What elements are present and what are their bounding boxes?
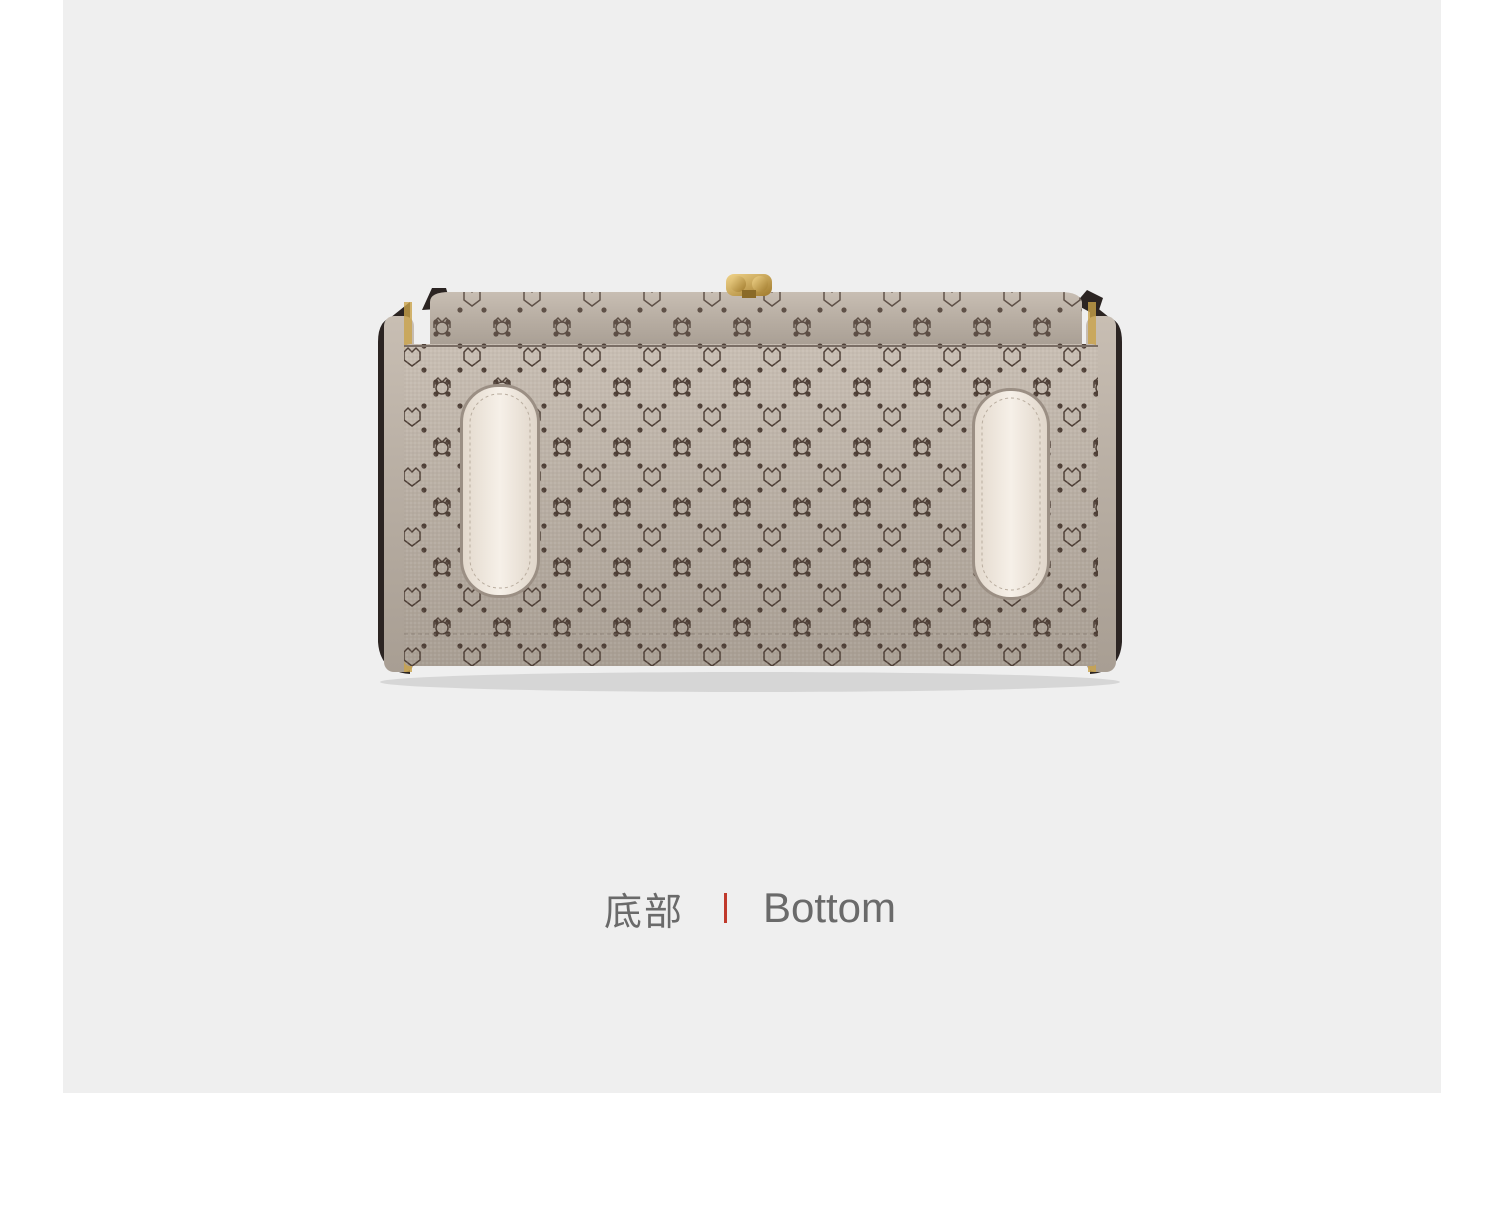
gold-clasp	[726, 274, 772, 298]
left-foot-pad	[460, 384, 540, 598]
bag-shadow	[380, 672, 1120, 692]
caption-chinese: 底部	[603, 889, 684, 934]
handbag-bottom-photo	[378, 274, 1122, 692]
caption-english: Bottom	[762, 884, 897, 931]
right-foot-pad	[972, 388, 1050, 600]
caption: 底部 Bottom	[0, 878, 1500, 938]
caption-separator	[723, 893, 727, 923]
